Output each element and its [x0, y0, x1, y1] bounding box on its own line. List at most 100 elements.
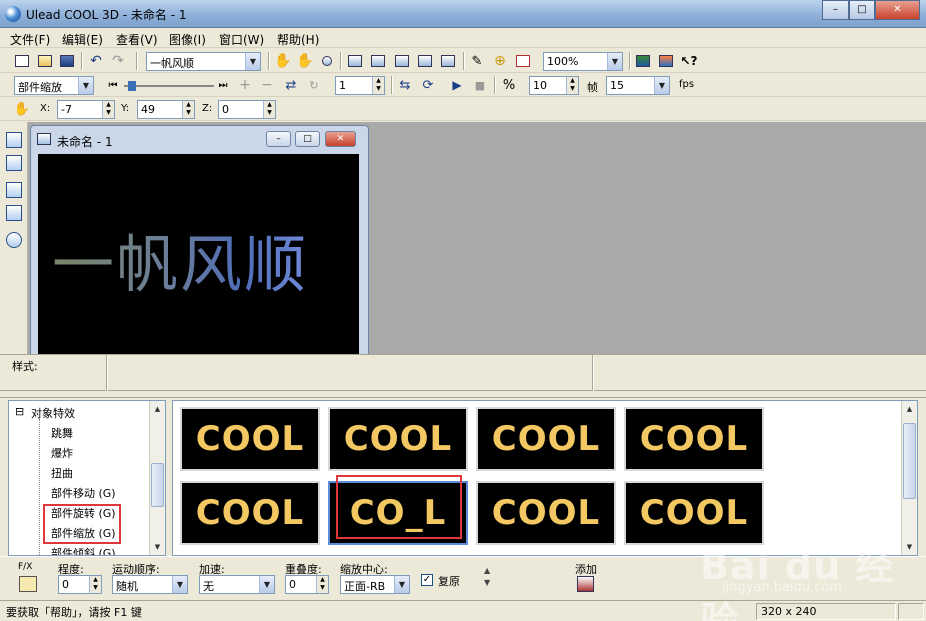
insert-graphic-icon[interactable] [6, 182, 22, 198]
effect-combo[interactable]: 部件缩放 ▼ [14, 76, 94, 95]
center-combo[interactable]: 正面-RB ▼ [340, 575, 410, 594]
canvas-3d-text[interactable]: 一帆风顺 [52, 214, 308, 304]
swap-icon[interactable]: ⇆ [396, 76, 414, 94]
globe-icon[interactable]: ⊕ [491, 52, 509, 70]
timeline-slider[interactable] [124, 79, 214, 93]
tree-item[interactable]: 爆炸 [51, 445, 73, 461]
spinner-arrows[interactable]: ▲ ▼ [89, 576, 101, 593]
chevron-down-icon[interactable]: ▼ [245, 53, 260, 70]
doc-maximize-button[interactable]: □ [295, 131, 320, 147]
reverse-icon[interactable]: ⇄ [282, 76, 300, 94]
view-side-icon[interactable] [369, 52, 387, 70]
chevron-down-icon[interactable]: ▼ [654, 77, 669, 94]
frames-combo[interactable]: 15 ▼ [606, 76, 670, 95]
spinner-arrows[interactable]: ▲ ▼ [566, 77, 578, 94]
spinner-arrows[interactable]: ▲ ▼ [102, 101, 114, 118]
minimize-button[interactable]: – [822, 0, 849, 20]
redo-icon[interactable]: ↷ [109, 52, 127, 70]
doc-minimize-button[interactable]: – [266, 131, 291, 147]
chevron-down-icon[interactable]: ▼ [259, 576, 274, 593]
loop-icon[interactable]: ↻ [305, 76, 323, 94]
view-bottom-icon[interactable] [416, 52, 434, 70]
attribute-scroll-arrows[interactable]: ▲ ▼ [484, 565, 490, 589]
menu-help[interactable]: 帮助(H) [277, 31, 319, 48]
hand-position-icon[interactable]: ✋ [13, 100, 31, 118]
z-spinner[interactable]: 0 ▲ ▼ [218, 100, 276, 119]
tree-item[interactable]: 跳舞 [51, 425, 73, 441]
chevron-down-icon[interactable]: ▼ [394, 576, 409, 593]
edit-text-icon[interactable] [6, 155, 22, 171]
scroll-thumb[interactable] [151, 463, 164, 507]
spinner-arrows[interactable]: ▲ ▼ [263, 101, 275, 118]
tree-item[interactable]: 扭曲 [51, 465, 73, 481]
gallery-thumb[interactable]: COOL [328, 407, 468, 471]
scroll-thumb[interactable] [903, 423, 916, 499]
panel-splitter[interactable] [0, 392, 926, 398]
degree-spinner[interactable]: 0 ▲ ▼ [58, 575, 102, 594]
gallery-thumb[interactable]: COOL [180, 481, 320, 545]
save-icon[interactable] [58, 52, 76, 70]
menu-file[interactable]: 文件(F) [10, 31, 50, 48]
chevron-down-icon[interactable]: ▼ [172, 576, 187, 593]
menu-image[interactable]: 图像(I) [169, 31, 206, 48]
insert-text-icon[interactable] [6, 132, 22, 148]
menu-window[interactable]: 窗口(W) [219, 31, 264, 48]
text-object-combo[interactable]: 一帆风顺 ▼ [146, 52, 261, 71]
tree-item[interactable]: 部件移动 (G) [51, 485, 116, 501]
fps-spinner[interactable]: 10 ▲ ▼ [529, 76, 579, 95]
gallery-thumb[interactable]: COOL [476, 407, 616, 471]
zoom-combo[interactable]: 100% ▼ [543, 52, 623, 71]
scroll-down-icon[interactable]: ▼ [150, 539, 165, 555]
view-back-icon[interactable] [439, 52, 457, 70]
geometry-icon[interactable] [6, 232, 22, 248]
resize-icon[interactable] [318, 52, 336, 70]
hand-move-icon[interactable]: ✋ [274, 52, 292, 70]
play-icon[interactable]: ▶ [448, 76, 466, 94]
new-file-icon[interactable] [13, 52, 31, 70]
stop-icon[interactable]: ■ [471, 76, 489, 94]
gallery-scrollbar[interactable]: ▲ ▼ [901, 401, 917, 555]
tree-scrollbar[interactable]: ▲ ▼ [149, 401, 165, 555]
chevron-down-icon[interactable]: ▼ [78, 77, 93, 94]
add-to-favorites-icon[interactable] [577, 576, 594, 592]
x-spinner[interactable]: -7 ▲ ▼ [57, 100, 115, 119]
menu-edit[interactable]: 编辑(E) [62, 31, 103, 48]
close-button[interactable]: ✕ [875, 0, 920, 20]
percent-icon[interactable]: % [500, 76, 518, 94]
edit-graphic-icon[interactable] [6, 205, 22, 221]
doc-close-button[interactable]: ✕ [325, 131, 356, 147]
last-frame-icon[interactable]: ⏭ [214, 76, 232, 94]
maximize-button[interactable]: □ [849, 0, 875, 20]
web-icon[interactable] [657, 52, 675, 70]
refresh-icon[interactable]: ⟳ [419, 76, 437, 94]
restore-checkbox[interactable]: ✓ [421, 574, 433, 586]
accel-combo[interactable]: 无 ▼ [199, 575, 275, 594]
view-front-icon[interactable] [346, 52, 364, 70]
spinner-arrows[interactable]: ▲ ▼ [182, 101, 194, 118]
overlap-spinner[interactable]: 0 ▲ ▼ [285, 575, 329, 594]
preview-icon[interactable] [514, 52, 532, 70]
tree-item[interactable]: 部件倾斜 (G) [51, 545, 116, 555]
add-keyframe-icon[interactable]: + [236, 76, 254, 94]
gallery-thumb[interactable]: COOL [624, 407, 764, 471]
tree-collapse-icon[interactable]: ⊟ [15, 405, 24, 418]
y-spinner[interactable]: 49 ▲ ▼ [137, 100, 195, 119]
order-combo[interactable]: 随机 ▼ [112, 575, 188, 594]
frame-spinner[interactable]: 1 ▲ ▼ [335, 76, 385, 95]
scroll-up-icon[interactable]: ▲ [150, 401, 165, 417]
open-folder-icon[interactable] [36, 52, 54, 70]
tree-root[interactable]: 对象特效 [31, 405, 75, 421]
render-canvas[interactable]: 一帆风顺 [38, 154, 359, 356]
context-help-icon[interactable]: ↖? [680, 52, 698, 70]
scroll-up-icon[interactable]: ▲ [902, 401, 917, 417]
fx-icon[interactable] [19, 576, 37, 592]
hand-rotate-icon[interactable]: ✋ [296, 52, 314, 70]
menu-view[interactable]: 查看(V) [116, 31, 158, 48]
spinner-arrows[interactable]: ▲ ▼ [372, 77, 384, 94]
chevron-down-icon[interactable]: ▼ [607, 53, 622, 70]
undo-icon[interactable]: ↶ [87, 52, 105, 70]
export-icon[interactable] [634, 52, 652, 70]
gallery-thumb[interactable]: COOL [180, 407, 320, 471]
first-frame-icon[interactable]: ⏮ [104, 76, 122, 94]
lighting-icon[interactable]: ✎ [468, 52, 486, 70]
